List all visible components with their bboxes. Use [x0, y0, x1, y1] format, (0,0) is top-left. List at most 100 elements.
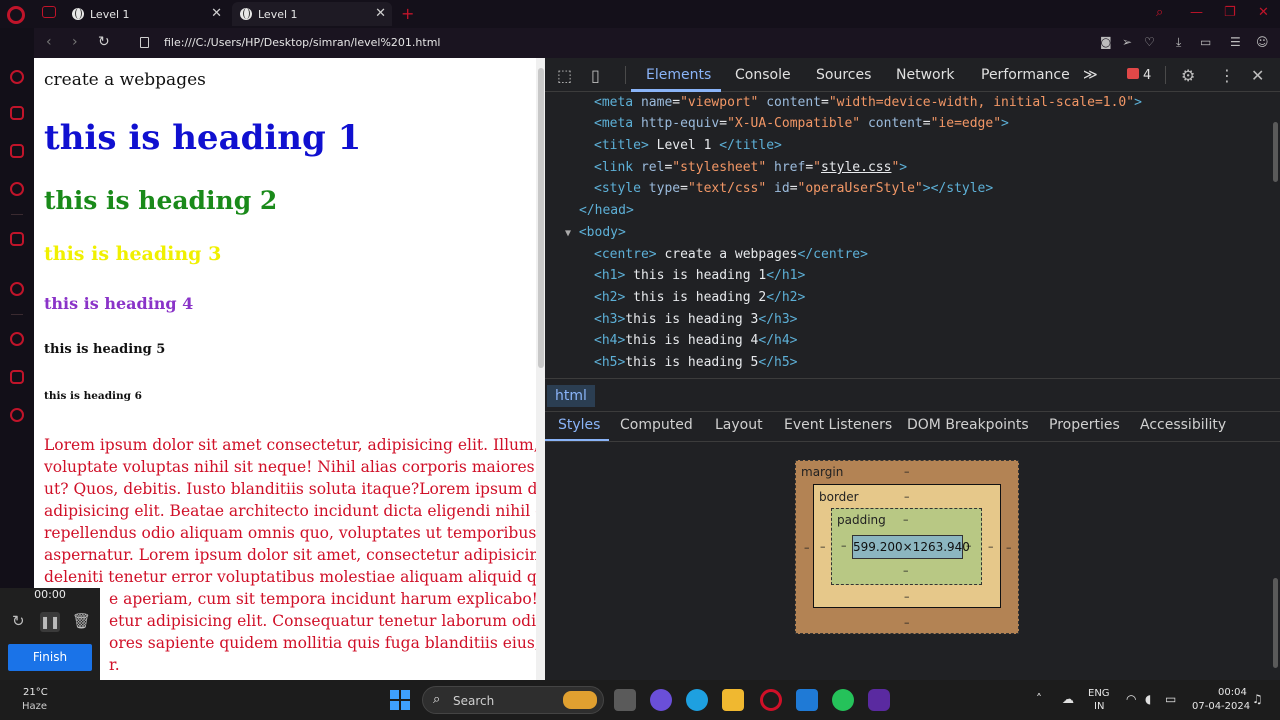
start-icon[interactable]	[390, 690, 410, 710]
page-info-icon[interactable]	[140, 37, 149, 48]
padding-top-value[interactable]: –	[903, 513, 909, 526]
styles-scrollbar-thumb[interactable]	[1273, 578, 1278, 668]
download-icon[interactable]: ⤓	[1176, 35, 1181, 50]
battery-icon[interactable]: ▭	[1165, 692, 1176, 706]
issues-count[interactable]: 4	[1143, 68, 1151, 83]
tab-event-listeners[interactable]: Event Listeners	[784, 417, 892, 433]
box-model-border[interactable]: border – – – – padding – – – – 599.200×1…	[813, 484, 1001, 608]
close-devtools-icon[interactable]: ✕	[1251, 66, 1264, 85]
dom-node-body[interactable]: ▼ <body>	[565, 222, 626, 243]
clock-date[interactable]: 07-04-2024	[1192, 701, 1250, 712]
issues-icon[interactable]	[1127, 68, 1139, 79]
aria-icon[interactable]	[10, 232, 24, 246]
pause-icon[interactable]: ❚❚	[40, 612, 60, 632]
page-scrollbar-thumb[interactable]	[538, 68, 544, 368]
margin-left-value[interactable]: –	[804, 541, 810, 554]
margin-right-value[interactable]: –	[1006, 541, 1012, 554]
dom-node-h2[interactable]: <h2> this is heading 2</h2>	[594, 287, 805, 308]
border-right-value[interactable]: –	[988, 540, 994, 553]
recorder-app-icon[interactable]	[868, 689, 890, 711]
device-toolbar-icon[interactable]: ▯	[591, 66, 600, 85]
tab-menu-icon[interactable]	[42, 6, 56, 18]
border-left-value[interactable]: –	[820, 540, 826, 553]
chat-icon[interactable]	[650, 689, 672, 711]
box-model-margin[interactable]: margin – – – – border – – – – padding – …	[795, 460, 1019, 634]
margin-top-value[interactable]: –	[904, 465, 910, 478]
delete-icon[interactable]: 🗑	[72, 612, 91, 630]
tab-accessibility[interactable]: Accessibility	[1140, 417, 1226, 433]
breadcrumb-html[interactable]: html	[547, 385, 595, 407]
games-icon[interactable]	[10, 182, 24, 196]
vscode-icon[interactable]	[796, 689, 818, 711]
whatsapp-icon[interactable]	[832, 689, 854, 711]
close-icon[interactable]: ✕	[375, 6, 386, 21]
dom-node-link[interactable]: <link rel="stylesheet" href="style.css">	[594, 157, 907, 178]
player-icon[interactable]	[10, 282, 24, 296]
settings-gear-icon[interactable]: ⚙	[1181, 66, 1195, 85]
dom-node-style[interactable]: <style type="text/css" id="operaUserStyl…	[594, 178, 993, 199]
easy-setup-icon[interactable]: ☰	[1230, 35, 1241, 49]
weather-condition[interactable]: Haze	[22, 701, 47, 712]
heart-icon[interactable]: ♡	[1144, 35, 1155, 49]
tab-computed[interactable]: Computed	[620, 417, 693, 433]
dom-node-meta-viewport[interactable]: <meta name="viewport" content="width=dev…	[594, 92, 1142, 113]
task-view-icon[interactable]	[614, 689, 636, 711]
settings-icon[interactable]	[10, 408, 24, 422]
finish-button[interactable]: Finish	[8, 644, 92, 671]
page-scrollbar[interactable]	[536, 58, 545, 680]
search-tabs-icon[interactable]: ⌕	[1156, 5, 1163, 20]
border-top-value[interactable]: –	[904, 490, 910, 503]
tab-dom-breakpoints[interactable]: DOM Breakpoints	[907, 417, 1029, 433]
padding-bottom-value[interactable]: –	[903, 564, 909, 577]
close-window-icon[interactable]: ✕	[1258, 5, 1269, 20]
dom-node-h4[interactable]: <h4>this is heading 4</h4>	[594, 330, 798, 351]
dom-scrollbar-thumb[interactable]	[1273, 122, 1278, 182]
tab-performance[interactable]: Performance	[981, 67, 1070, 83]
reload-icon[interactable]: ↻	[98, 34, 110, 50]
file-explorer-icon[interactable]	[722, 689, 744, 711]
margin-bottom-value[interactable]: –	[904, 616, 910, 629]
edge-icon[interactable]	[686, 689, 708, 711]
tab-properties[interactable]: Properties	[1049, 417, 1120, 433]
taskbar-search[interactable]: ⌕ Search	[422, 686, 604, 714]
back-icon[interactable]: ‹	[46, 34, 52, 50]
send-icon[interactable]: ➢	[1122, 35, 1132, 49]
forward-icon[interactable]: ›	[72, 34, 78, 50]
box-model-padding[interactable]: padding – – – – 599.200×1263.940	[831, 508, 982, 585]
padding-left-value[interactable]: –	[841, 539, 847, 552]
inspect-element-icon[interactable]: ⬚	[557, 66, 572, 85]
cloud-icon[interactable]: ☁	[1062, 692, 1074, 706]
tab-level-1-inactive[interactable]: Level 1 ✕	[64, 2, 228, 26]
dom-node-h3[interactable]: <h3>this is heading 3</h3>	[594, 309, 798, 330]
tab-styles[interactable]: Styles	[558, 417, 600, 433]
border-bottom-value[interactable]: –	[904, 590, 910, 603]
expand-arrow-icon[interactable]: ▼	[565, 228, 571, 239]
clock-time[interactable]: 00:04	[1218, 687, 1247, 698]
box-model-content[interactable]: 599.200×1263.940	[852, 535, 970, 559]
language-top[interactable]: ENG	[1088, 688, 1110, 699]
tab-layout[interactable]: Layout	[715, 417, 763, 433]
maximize-icon[interactable]: ❐	[1224, 5, 1236, 20]
tab-elements[interactable]: Elements	[646, 67, 711, 83]
camera-icon[interactable]: ◙	[1100, 35, 1112, 49]
dom-node-h1[interactable]: <h1> this is heading 1</h1>	[594, 265, 805, 286]
tab-sources[interactable]: Sources	[816, 67, 871, 83]
opera-logo-icon[interactable]	[7, 6, 25, 24]
weather-temperature[interactable]: 21°C	[23, 687, 48, 698]
tab-level-1-active[interactable]: Level 1 ✕	[232, 2, 392, 26]
restart-icon[interactable]: ↻	[12, 612, 25, 630]
shopping-icon[interactable]	[10, 106, 24, 120]
opera-taskbar-icon[interactable]	[760, 689, 782, 711]
tab-network[interactable]: Network	[896, 67, 954, 83]
speed-dial-icon[interactable]	[10, 70, 24, 84]
minimize-icon[interactable]: —	[1190, 5, 1203, 20]
dom-node-centre[interactable]: <centre> create a webpages</centre>	[594, 244, 868, 265]
battery-saver-icon[interactable]: ▭	[1200, 35, 1211, 49]
twitch-icon[interactable]	[10, 144, 24, 158]
url-field[interactable]: file:///C:/Users/HP/Desktop/simran/level…	[164, 36, 440, 49]
profile-icon[interactable]: ☺	[1256, 35, 1269, 49]
volume-icon[interactable]: ◖	[1145, 692, 1151, 706]
close-icon[interactable]: ✕	[211, 6, 222, 21]
dom-node-head-close[interactable]: </head>	[579, 200, 634, 221]
language-bottom[interactable]: IN	[1094, 701, 1104, 712]
